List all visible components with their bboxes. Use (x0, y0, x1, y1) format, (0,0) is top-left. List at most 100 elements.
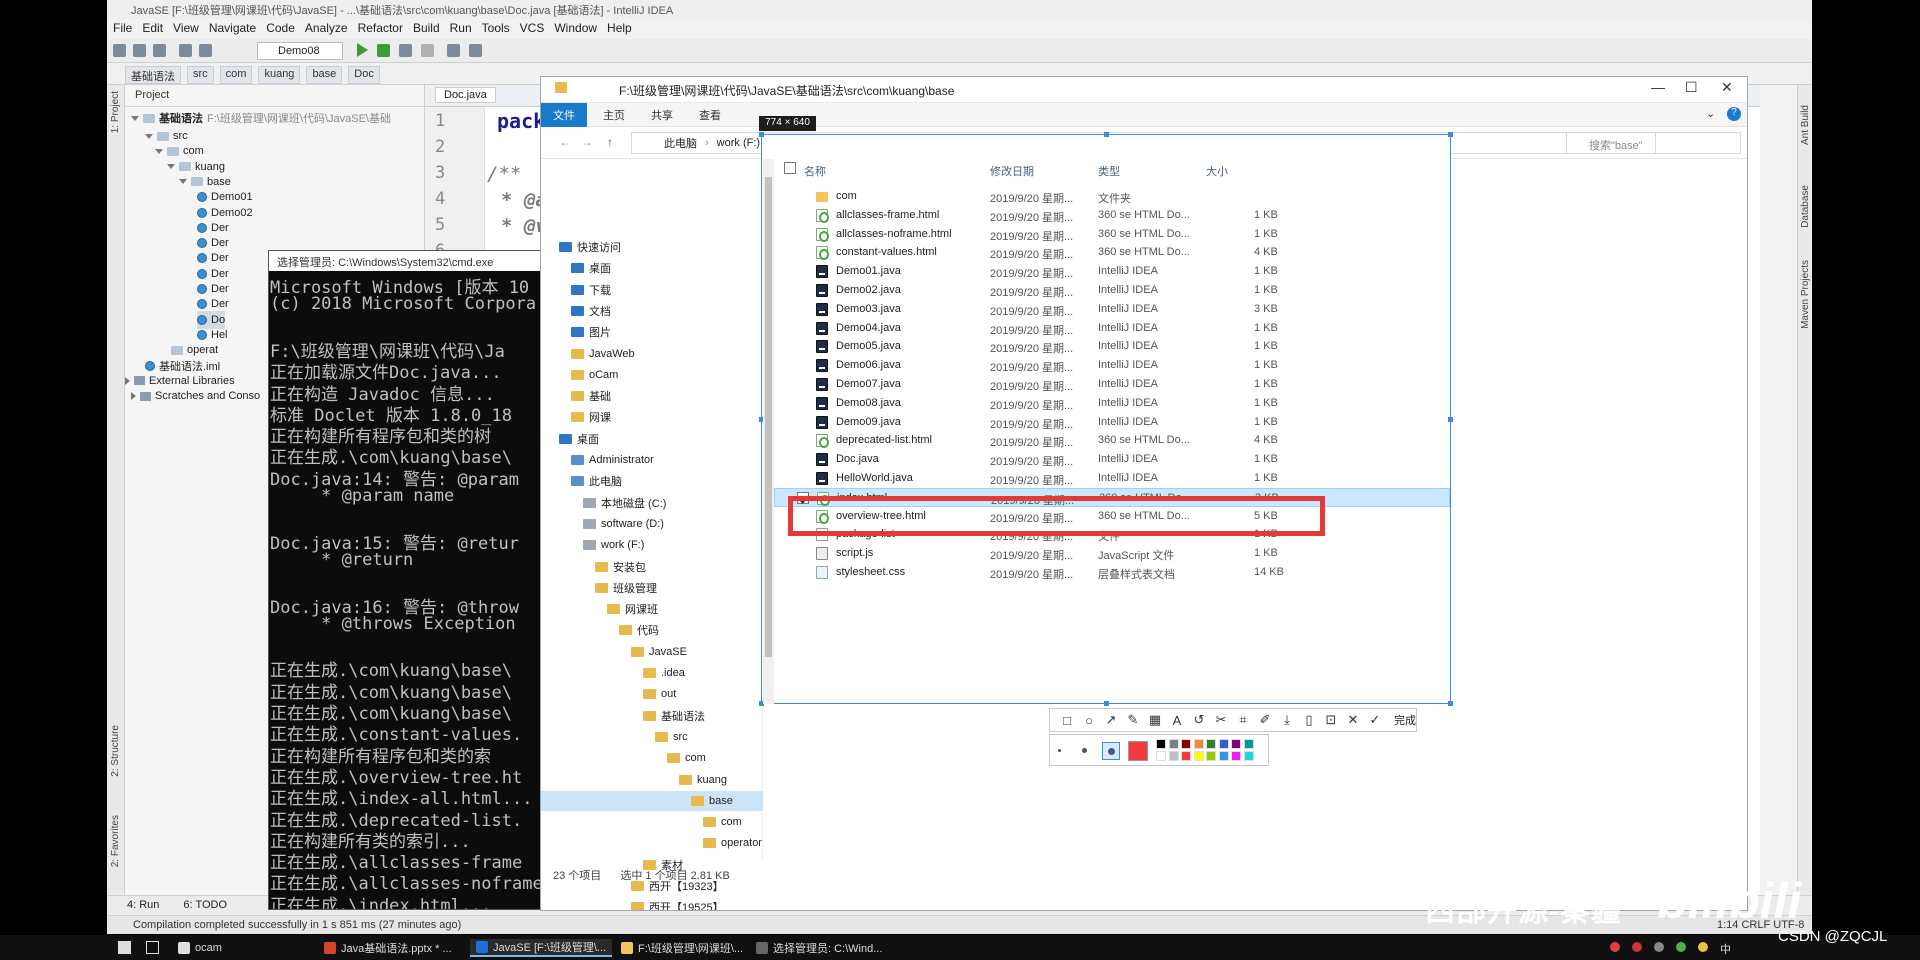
ribbon-tab-view[interactable]: 查看 (699, 107, 721, 123)
run-config-select[interactable]: Demo08 (257, 42, 343, 60)
menu-item-help[interactable]: Help (607, 21, 632, 39)
close-icon[interactable]: ✕ (1344, 712, 1362, 728)
breadcrumb-item[interactable]: src (187, 66, 214, 84)
input-method-indicator[interactable]: 中 (1720, 941, 1731, 957)
tree-root[interactable]: 基础语法 F:\班级管理\网课班\代码\JavaSE\基础 (131, 109, 391, 127)
resize-handle[interactable] (1448, 701, 1453, 706)
file-row[interactable]: Demo05.java 2019/9/20 星期... IntelliJ IDEA 1… (774, 337, 1450, 356)
column-type[interactable]: 类型 (1098, 163, 1120, 179)
file-row[interactable]: HelloWorld.java 2019/9/20 星期... IntelliJ I… (774, 469, 1450, 488)
color-swatch[interactable] (1168, 739, 1179, 749)
nav-item[interactable]: 网课 (541, 407, 763, 427)
collect-icon[interactable]: ⊡ (1322, 712, 1340, 728)
nav-item[interactable]: kuang (541, 770, 763, 790)
color-swatch[interactable] (1243, 751, 1254, 761)
project-label[interactable]: Project (135, 89, 169, 101)
tray-icon[interactable] (1632, 942, 1642, 952)
nav-item[interactable]: 西开【19525】 (541, 897, 763, 910)
pin-icon[interactable]: ✂ (1212, 712, 1230, 728)
search-input[interactable]: 搜索"base" (1566, 132, 1741, 154)
help-icon[interactable]: ? (1727, 107, 1741, 121)
build-icon[interactable] (447, 44, 460, 57)
address-segment[interactable]: work (F:) (717, 137, 760, 149)
tray-icon[interactable] (1610, 942, 1620, 952)
color-swatch[interactable] (1206, 751, 1216, 761)
color-swatch[interactable] (1218, 739, 1229, 749)
file-row[interactable]: stylesheet.css 2019/9/20 星期... 层叠样式表文档 14 K… (774, 563, 1450, 582)
menu-item-vcs[interactable]: VCS (520, 21, 545, 39)
nav-item[interactable]: Administrator (541, 450, 763, 470)
breadcrumb-item[interactable]: com (219, 66, 253, 84)
maximize-icon[interactable]: ☐ (1685, 79, 1698, 96)
minimize-icon[interactable]: — (1651, 79, 1665, 95)
pen-icon[interactable]: ✎ (1124, 712, 1142, 728)
nav-item[interactable]: base (541, 790, 763, 811)
nav-item[interactable]: 网课班 (541, 599, 763, 619)
tool-tab-project[interactable]: 1: Project (110, 91, 121, 133)
menu-item-navigate[interactable]: Navigate (209, 21, 256, 39)
file-row[interactable]: Demo08.java 2019/9/20 星期... IntelliJ IDEA 1… (774, 394, 1450, 413)
select-all-checkbox[interactable] (784, 162, 796, 174)
color-swatch[interactable] (1156, 739, 1166, 749)
menu-item-build[interactable]: Build (413, 21, 440, 39)
resize-handle[interactable] (1104, 701, 1109, 706)
menu-item-view[interactable]: View (173, 21, 199, 39)
color-swatch[interactable] (1156, 751, 1166, 761)
download-icon[interactable]: ⤓ (1278, 712, 1296, 728)
debug-icon[interactable] (377, 44, 390, 57)
color-swatch[interactable] (1181, 751, 1191, 761)
nav-item[interactable]: 桌面 (541, 258, 763, 278)
nav-item[interactable]: 文档 (541, 301, 763, 321)
file-row[interactable]: Demo02.java 2019/9/20 星期... IntelliJ IDEA 1… (774, 281, 1450, 300)
ribbon-tab-share[interactable]: 共享 (651, 107, 673, 123)
run-icon[interactable] (357, 43, 368, 57)
nav-item[interactable]: JavaWeb (541, 344, 763, 364)
brush-large-icon[interactable] (1102, 742, 1120, 760)
nav-item[interactable]: 基础语法 (541, 706, 763, 726)
ribbon-tab-home[interactable]: 主页 (603, 107, 625, 123)
nav-item[interactable]: 安装包 (541, 557, 763, 577)
color-swatch[interactable] (1181, 739, 1191, 749)
ocr-icon[interactable]: ⌗ (1234, 712, 1252, 728)
code-line[interactable]: /** (487, 163, 521, 185)
nav-item[interactable]: work (F:) (541, 535, 763, 555)
color-swatch[interactable] (1206, 739, 1216, 749)
nav-item[interactable]: JavaSE (541, 642, 763, 662)
vertical-scrollbar[interactable] (763, 159, 774, 704)
file-row[interactable]: Demo06.java 2019/9/20 星期... IntelliJ IDEA 1… (774, 356, 1450, 375)
editor-tab-doc[interactable]: Doc.java (435, 87, 496, 103)
rectangle-icon[interactable]: □ (1058, 713, 1076, 728)
color-swatch[interactable] (1218, 751, 1229, 761)
nav-item[interactable]: com (541, 748, 763, 768)
task-view-icon[interactable] (146, 941, 159, 954)
nav-item[interactable]: 图片 (541, 322, 763, 342)
ribbon-tab-file[interactable]: 文件 (541, 103, 587, 127)
file-row[interactable]: Doc.java 2019/9/20 星期... IntelliJ IDEA 1 KB (774, 450, 1450, 469)
forward-icon[interactable]: → (581, 135, 593, 149)
file-row[interactable]: script.js 2019/9/20 星期... JavaScript 文件 1 K… (774, 544, 1450, 563)
file-row[interactable]: Demo09.java 2019/9/20 星期... IntelliJ IDEA 1… (774, 413, 1450, 432)
save-icon[interactable] (133, 44, 146, 57)
back-icon[interactable]: ← (559, 135, 571, 149)
project-structure-icon[interactable] (469, 44, 482, 57)
nav-item[interactable]: 代码 (541, 620, 763, 640)
file-row[interactable]: Demo01.java 2019/9/20 星期... IntelliJ IDEA 1… (774, 262, 1450, 281)
ellipse-icon[interactable]: ○ (1080, 713, 1098, 728)
file-row[interactable]: Demo04.java 2019/9/20 星期... IntelliJ IDEA 1… (774, 319, 1450, 338)
nav-item[interactable]: 班级管理 (541, 578, 763, 598)
taskbar-item[interactable]: Java基础语法.pptx * ... (318, 939, 458, 957)
file-row[interactable]: Demo03.java 2019/9/20 星期... IntelliJ IDEA 3… (774, 300, 1450, 319)
stop-icon[interactable] (421, 44, 434, 57)
menu-item-tools[interactable]: Tools (482, 21, 510, 39)
color-swatch[interactable] (1243, 739, 1254, 749)
file-row[interactable]: com 2019/9/20 星期... 文件夹 (774, 187, 1450, 206)
save-icon[interactable]: ▯ (1300, 712, 1318, 728)
tool-tab-database[interactable]: Database (1800, 185, 1811, 228)
nav-item[interactable]: 桌面 (541, 429, 763, 449)
arrow-icon[interactable]: ↗ (1102, 712, 1120, 728)
menu-item-run[interactable]: Run (450, 21, 472, 39)
tray-icon[interactable] (1654, 942, 1664, 952)
menu-item-analyze[interactable]: Analyze (305, 21, 348, 39)
column-size[interactable]: 大小 (1206, 163, 1228, 179)
color-swatch[interactable] (1193, 751, 1204, 761)
